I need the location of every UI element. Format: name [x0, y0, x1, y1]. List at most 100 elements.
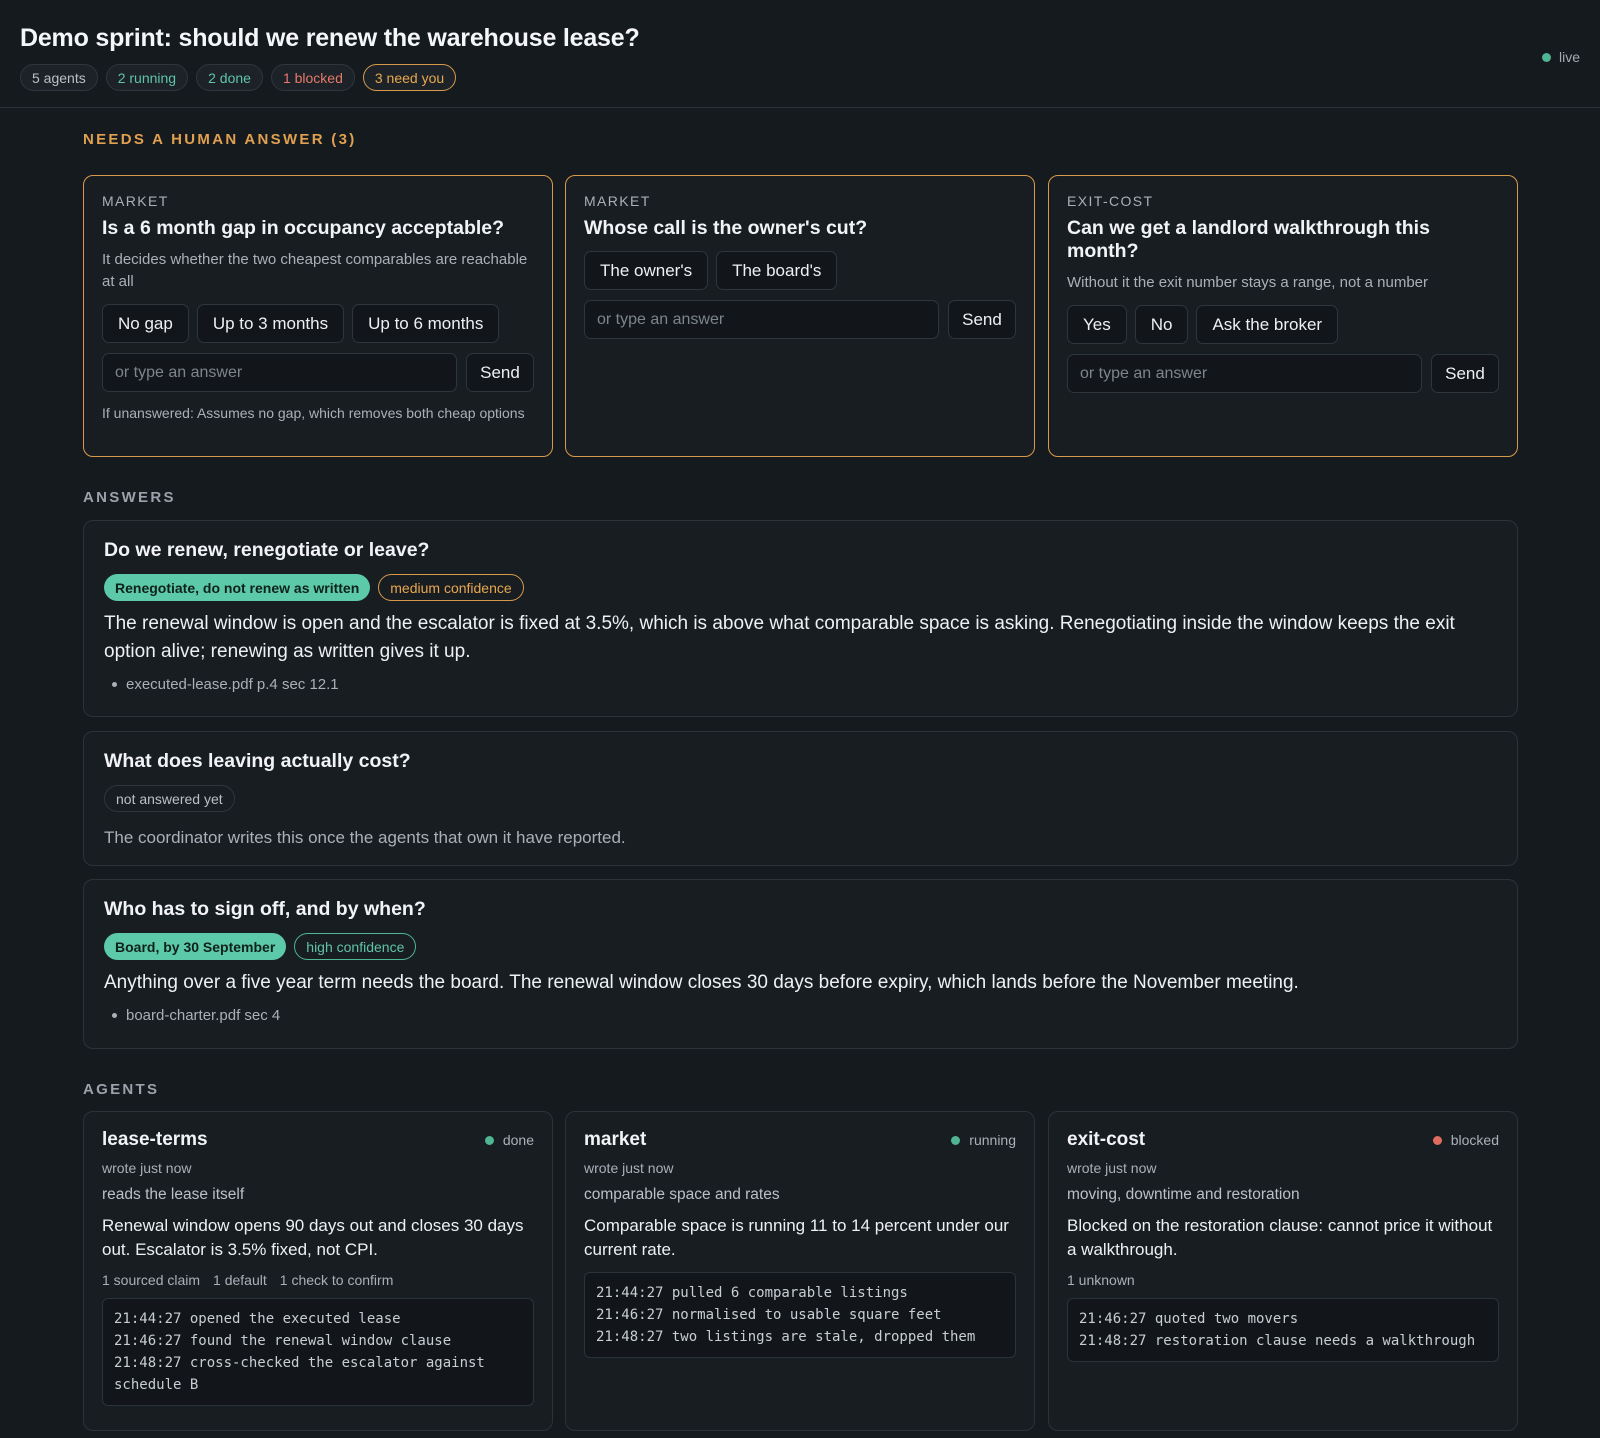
- agent-tags: 1 unknown: [1067, 1272, 1499, 1288]
- answer-badges: Renegotiate, do not renew as written med…: [104, 574, 1497, 601]
- agent-tag: 1 sourced claim: [102, 1272, 201, 1288]
- source-item: executed-lease.pdf p.4 sec 12.1: [104, 676, 1497, 693]
- agent-header: market running: [584, 1129, 1016, 1151]
- agent-header: lease-terms done: [102, 1129, 534, 1151]
- agent-status: running: [951, 1132, 1016, 1148]
- status-pills: 5 agents 2 running 2 done 1 blocked 3 ne…: [20, 64, 457, 91]
- agent-header: exit-cost blocked: [1067, 1129, 1499, 1151]
- answer-options: No gap Up to 3 months Up to 6 months: [102, 304, 534, 343]
- answer-card: Do we renew, renegotiate or leave? Reneg…: [83, 520, 1518, 717]
- option-yes-button[interactable]: Yes: [1067, 305, 1127, 344]
- answer-options: The owner's The board's: [584, 251, 1016, 290]
- question-title: Can we get a landlord walkthrough this m…: [1067, 217, 1430, 262]
- log-line: 21:48:27 two listings are stale, dropped…: [596, 1329, 976, 1345]
- agent-name: lease-terms: [102, 1129, 208, 1150]
- option-owners-button[interactable]: The owner's: [584, 251, 709, 290]
- answer-input[interactable]: [1067, 354, 1422, 393]
- option-ask-broker-button[interactable]: Ask the broker: [1196, 305, 1339, 344]
- page-title: Demo sprint: should we renew the warehou…: [20, 24, 640, 52]
- log-line: 21:48:27 cross-checked the escalator aga…: [114, 1355, 494, 1393]
- live-dot-icon: [1541, 52, 1551, 62]
- agents-count-pill[interactable]: 5 agents: [20, 64, 98, 91]
- question-category: MARKET: [102, 193, 169, 209]
- agent-tag: 1 unknown: [1067, 1272, 1135, 1288]
- agent-summary: Renewal window opens 90 days out and clo…: [102, 1216, 524, 1259]
- confidence-badge: medium confidence: [378, 574, 524, 601]
- question-card: MARKET Whose call is the owner's cut? Th…: [565, 175, 1035, 457]
- agent-card[interactable]: exit-cost blocked wrote just now moving,…: [1048, 1111, 1518, 1431]
- blocked-count-pill[interactable]: 1 blocked: [270, 64, 355, 91]
- agent-last-write: wrote just now: [102, 1160, 192, 1176]
- answer-input[interactable]: [102, 353, 457, 392]
- agent-role: reads the lease itself: [102, 1186, 245, 1203]
- free-answer-row: Send: [1067, 354, 1499, 393]
- answer-badges: Board, by 30 September high confidence: [104, 933, 1497, 960]
- agents-heading: AGENTS: [83, 1081, 160, 1098]
- agent-name: exit-cost: [1067, 1129, 1146, 1150]
- done-count-pill[interactable]: 2 done: [196, 64, 263, 91]
- agent-log: 21:44:27 opened the executed lease 21:46…: [102, 1298, 534, 1406]
- answer-question-title: What does leaving actually cost?: [104, 750, 411, 772]
- question-category: EXIT-COST: [1067, 193, 1154, 209]
- answer-badges: not answered yet: [104, 785, 1497, 812]
- need-you-count-pill[interactable]: 3 need you: [362, 64, 457, 91]
- option-no-gap-button[interactable]: No gap: [102, 304, 189, 343]
- log-line: 21:46:27 quoted two movers: [1079, 1311, 1299, 1327]
- question-card: EXIT-COST Can we get a landlord walkthro…: [1048, 175, 1518, 457]
- top-bar: Demo sprint: should we renew the warehou…: [0, 0, 1600, 108]
- option-no-button[interactable]: No: [1134, 305, 1189, 344]
- agent-role: moving, downtime and restoration: [1067, 1186, 1300, 1203]
- agent-summary: Comparable space is running 11 to 14 per…: [584, 1216, 1009, 1259]
- agent-status-label: running: [969, 1132, 1016, 1148]
- answer-body: The coordinator writes this once the age…: [104, 828, 626, 847]
- agent-card[interactable]: lease-terms done wrote just now reads th…: [83, 1111, 553, 1431]
- send-button[interactable]: Send: [948, 300, 1016, 339]
- answer-input[interactable]: [584, 300, 939, 339]
- agent-status-label: done: [502, 1132, 534, 1148]
- needs-human-answer-heading: NEEDS A HUMAN ANSWER (3): [83, 131, 357, 148]
- log-line: 21:44:27 pulled 6 comparable listings: [596, 1285, 908, 1301]
- agent-log: 21:46:27 quoted two movers 21:48:27 rest…: [1067, 1298, 1499, 1362]
- verdict-badge: Board, by 30 September: [104, 933, 287, 960]
- option-up-to-3-months-button[interactable]: Up to 3 months: [196, 304, 345, 343]
- answer-card: What does leaving actually cost? not ans…: [83, 731, 1518, 866]
- source-reference[interactable]: board-charter.pdf sec 4: [126, 1007, 280, 1024]
- running-count-pill[interactable]: 2 running: [105, 64, 189, 91]
- status-dot-icon: [484, 1135, 494, 1145]
- log-line: 21:48:27 restoration clause needs a walk…: [1079, 1333, 1476, 1349]
- answer-question-title: Who has to sign off, and by when?: [104, 898, 426, 920]
- agent-last-write: wrote just now: [584, 1160, 674, 1176]
- option-up-to-6-months-button[interactable]: Up to 6 months: [352, 304, 500, 343]
- send-button[interactable]: Send: [466, 353, 534, 392]
- answer-question-title: Do we renew, renegotiate or leave?: [104, 539, 430, 561]
- log-line: 21:46:27 found the renewal window clause: [114, 1333, 452, 1349]
- status-dot-icon: [1432, 1135, 1442, 1145]
- agent-status: done: [484, 1132, 534, 1148]
- confidence-badge: high confidence: [294, 933, 417, 960]
- unanswered-default-note: If unanswered: Assumes no gap, which rem…: [102, 405, 525, 421]
- agent-tag: 1 default: [213, 1272, 267, 1288]
- agent-status: blocked: [1432, 1132, 1499, 1148]
- agent-card[interactable]: market running wrote just now comparable…: [565, 1111, 1035, 1431]
- answer-card: Who has to sign off, and by when? Board,…: [83, 879, 1518, 1049]
- agent-status-label: blocked: [1450, 1132, 1499, 1148]
- agent-last-write: wrote just now: [1067, 1160, 1157, 1176]
- free-answer-row: Send: [102, 353, 534, 392]
- bullet-icon: [112, 1013, 117, 1018]
- send-button[interactable]: Send: [1431, 354, 1499, 393]
- live-indicator: live: [1541, 49, 1580, 65]
- agent-tag: 1 check to confirm: [279, 1272, 394, 1288]
- answer-options: Yes No Ask the broker: [1067, 305, 1499, 344]
- agent-tags: 1 sourced claim 1 default 1 check to con…: [102, 1272, 534, 1288]
- log-line: 21:46:27 normalised to usable square fee…: [596, 1307, 942, 1323]
- answers-heading: ANSWERS: [83, 489, 176, 506]
- status-dot-icon: [951, 1135, 961, 1145]
- source-reference[interactable]: executed-lease.pdf p.4 sec 12.1: [126, 676, 339, 693]
- question-description: Without it the exit number stays a range…: [1067, 274, 1429, 291]
- question-description: It decides whether the two cheapest comp…: [102, 251, 528, 290]
- agent-summary: Blocked on the restoration clause: canno…: [1067, 1216, 1493, 1259]
- answer-body: The renewal window is open and the escal…: [104, 613, 1455, 662]
- option-boards-button[interactable]: The board's: [716, 251, 838, 290]
- question-card: MARKET Is a 6 month gap in occupancy acc…: [83, 175, 553, 457]
- agent-name: market: [584, 1129, 647, 1150]
